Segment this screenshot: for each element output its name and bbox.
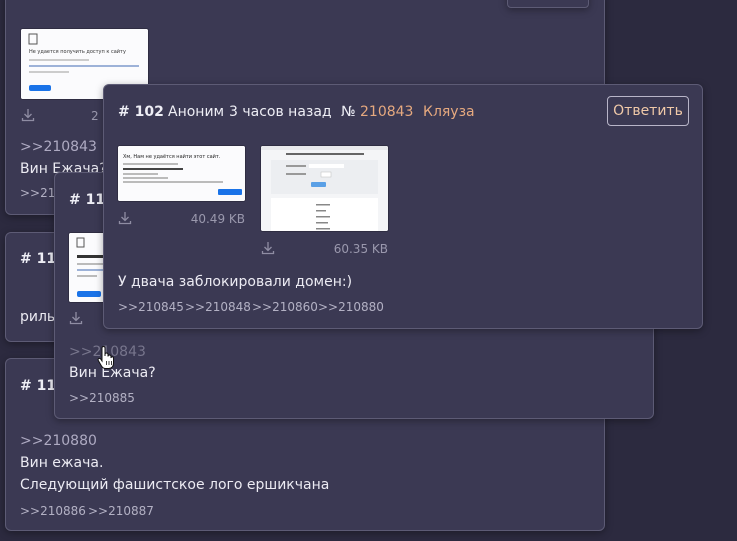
post-time: 3 часов назад (229, 104, 332, 120)
post-number[interactable]: # 102 (118, 104, 164, 120)
reply-link[interactable]: >>210848 (185, 300, 251, 314)
post-text-fragment: рилы (20, 309, 58, 325)
post-id-prefix: № (341, 104, 356, 120)
download-icon[interactable] (118, 211, 132, 225)
reply-link[interactable]: >>210886 (20, 504, 86, 518)
file-size: 60.35 KB (333, 242, 388, 256)
post-author: Аноним (168, 104, 225, 120)
download-icon[interactable] (21, 108, 35, 122)
thumb-title: Хм, Нам не удаётся найти этот сайт. (123, 153, 221, 160)
reply-link[interactable]: >>210880 (318, 300, 384, 314)
post-text: У двача заблокировали домен:) (118, 274, 353, 290)
download-icon[interactable] (261, 241, 275, 255)
post-id-link[interactable]: 210843 (360, 104, 413, 120)
partial-button-edge (507, 0, 589, 8)
thumbnail-image: Хм, Нам не удаётся найти этот сайт. (118, 146, 245, 201)
reply-link[interactable]: >>210860 (252, 300, 318, 314)
image-thumbnail-2[interactable] (261, 146, 388, 231)
image-thumbnail-1[interactable]: Хм, Нам не удаётся найти этот сайт. (118, 146, 245, 201)
reply-link[interactable]: >>210885 (69, 391, 135, 405)
file-size: 40.49 KB (190, 212, 245, 226)
thumb-error-title: Не удается получить доступ к сайту (29, 48, 126, 55)
download-icon[interactable] (69, 311, 83, 325)
popup-post-102: # 102 Аноним 3 часов назад № 210843 Кляу… (103, 84, 703, 329)
quote-link[interactable]: >>210843 (20, 139, 97, 155)
post-text-line-1: Вин ежача. (20, 455, 104, 471)
hand-cursor-icon (97, 346, 114, 369)
report-link[interactable]: Кляуза (423, 104, 475, 120)
reply-link[interactable]: >>210887 (88, 504, 154, 518)
reply-link[interactable]: >>210845 (118, 300, 184, 314)
thumbnail-image (261, 146, 388, 231)
quote-link[interactable]: >>210880 (20, 433, 97, 449)
reply-button[interactable]: Ответить (607, 96, 689, 126)
file-size: 2 (91, 109, 99, 123)
post-text-line-2: Следующий фашистское лого ершикчана (20, 477, 330, 493)
